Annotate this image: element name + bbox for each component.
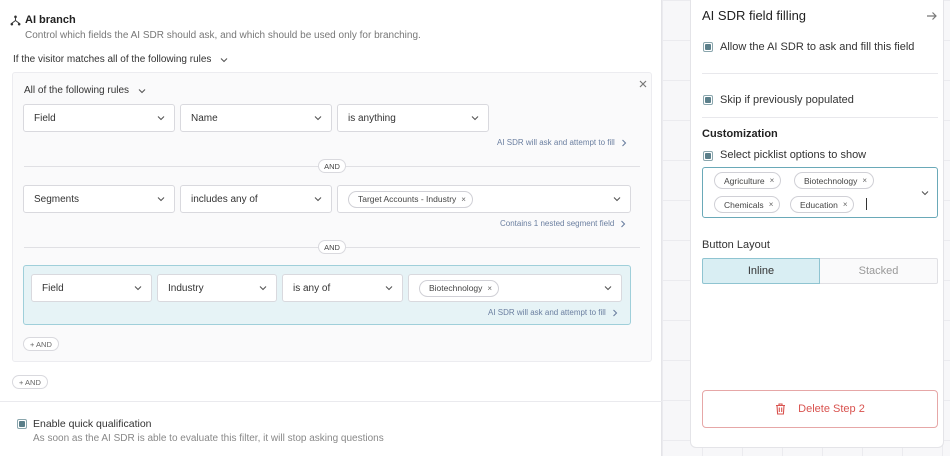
chevron-down-icon bbox=[471, 116, 479, 121]
segment-chip: Target Accounts - Industry × bbox=[348, 190, 473, 208]
rule-2-type-value: Segments bbox=[34, 193, 80, 205]
rule-1-field-value: Name bbox=[191, 112, 218, 124]
rule-2-type-select[interactable]: Segments bbox=[23, 185, 175, 213]
chevron-down-icon bbox=[138, 88, 146, 93]
chevron-right-icon bbox=[621, 139, 627, 146]
and-separator: AND bbox=[318, 240, 346, 254]
group-mode-label: All of the following rules bbox=[24, 85, 130, 96]
rule-3-hint-link[interactable]: AI SDR will ask and attempt to fill bbox=[488, 308, 618, 317]
value-chip: Biotechnology × bbox=[419, 279, 500, 297]
chevron-down-icon bbox=[221, 57, 228, 62]
picklist-chip-label: Education bbox=[800, 199, 838, 210]
trash-icon bbox=[776, 403, 786, 415]
rule-3-value-select[interactable]: Biotechnology × bbox=[408, 274, 622, 302]
allow-fill-label: Allow the AI SDR to ask and fill this fi… bbox=[720, 41, 915, 53]
rule-3-operator-select[interactable]: is any of bbox=[282, 274, 403, 302]
remove-chip-icon[interactable]: × bbox=[769, 200, 774, 209]
rule-3-type-select[interactable]: Field bbox=[31, 274, 152, 302]
remove-chip-icon[interactable]: × bbox=[487, 284, 492, 293]
chevron-down-icon bbox=[314, 116, 322, 121]
picklist-chip-label: Agriculture bbox=[724, 175, 765, 186]
delete-step-button[interactable]: Delete Step 2 bbox=[702, 390, 938, 428]
branch-subtitle: Control which fields the AI SDR should a… bbox=[25, 30, 421, 41]
chevron-down-icon bbox=[604, 286, 612, 291]
button-layout-heading: Button Layout bbox=[702, 239, 770, 251]
remove-chip-icon[interactable]: × bbox=[770, 176, 775, 185]
panel-divider bbox=[702, 117, 938, 118]
segment-chip-label: Target Accounts - Industry bbox=[358, 194, 457, 204]
rule-2-value-select[interactable]: Target Accounts - Industry × bbox=[337, 185, 631, 213]
field-filling-panel bbox=[690, 0, 944, 448]
rule-2-hint-text: Contains 1 nested segment field bbox=[500, 219, 615, 228]
value-chip-label: Biotechnology bbox=[429, 283, 483, 293]
panel-title: AI SDR field filling bbox=[702, 8, 807, 23]
remove-chip-icon[interactable]: × bbox=[461, 195, 466, 204]
skip-populated-checkbox[interactable] bbox=[703, 95, 713, 105]
allow-fill-checkbox[interactable] bbox=[703, 42, 713, 52]
add-and-group-button[interactable]: + AND bbox=[12, 375, 48, 389]
match-mode-dropdown[interactable]: If the visitor matches all of the follow… bbox=[13, 54, 229, 65]
arrow-right-icon[interactable] bbox=[926, 10, 938, 22]
section-divider bbox=[0, 401, 662, 402]
quick-qualification-label: Enable quick qualification bbox=[33, 418, 152, 430]
rule-1-hint-link[interactable]: AI SDR will ask and attempt to fill bbox=[497, 138, 627, 147]
rule-1-operator-value: is anything bbox=[348, 112, 396, 124]
rule-2-operator-value: includes any of bbox=[191, 193, 258, 205]
picklist-chip: Chemicals × bbox=[714, 196, 781, 213]
chevron-down-icon bbox=[259, 286, 267, 291]
close-icon[interactable] bbox=[637, 78, 649, 90]
match-mode-label: If the visitor matches all of the follow… bbox=[13, 54, 212, 65]
chevron-down-icon bbox=[134, 286, 142, 291]
picklist-chip: Biotechnology × bbox=[794, 172, 875, 189]
chevron-down-icon bbox=[314, 197, 322, 202]
picklist-chip: Education × bbox=[790, 196, 855, 213]
rule-2-operator-select[interactable]: includes any of bbox=[180, 185, 332, 213]
rule-1-field-select[interactable]: Name bbox=[180, 104, 332, 132]
remove-chip-icon[interactable]: × bbox=[862, 176, 867, 185]
quick-qualification-checkbox[interactable] bbox=[17, 419, 27, 429]
add-and-rule-button[interactable]: + AND bbox=[23, 337, 59, 351]
quick-qualification-description: As soon as the AI SDR is able to evaluat… bbox=[33, 433, 384, 444]
rule-3-operator-value: is any of bbox=[293, 282, 331, 294]
picklist-options-checkbox[interactable] bbox=[703, 151, 713, 161]
chevron-down-icon[interactable] bbox=[920, 188, 930, 198]
customization-heading: Customization bbox=[702, 128, 778, 140]
rule-2-hint-link[interactable]: Contains 1 nested segment field bbox=[500, 219, 626, 228]
skip-populated-label: Skip if previously populated bbox=[720, 94, 854, 106]
and-separator: AND bbox=[318, 159, 346, 173]
rule-1-hint-text: AI SDR will ask and attempt to fill bbox=[497, 138, 615, 147]
chevron-down-icon bbox=[385, 286, 393, 291]
chevron-down-icon bbox=[157, 197, 165, 202]
rule-3-hint-text: AI SDR will ask and attempt to fill bbox=[488, 308, 606, 317]
delete-step-label: Delete Step 2 bbox=[798, 403, 865, 415]
picklist-chip-label: Biotechnology bbox=[804, 175, 858, 186]
rule-3-field-value: Industry bbox=[168, 282, 204, 294]
remove-chip-icon[interactable]: × bbox=[843, 200, 848, 209]
layout-inline-option[interactable]: Inline bbox=[702, 258, 820, 284]
picklist-chip: Agriculture × bbox=[714, 172, 782, 189]
group-mode-dropdown[interactable]: All of the following rules bbox=[24, 85, 147, 96]
branch-icon bbox=[10, 15, 21, 26]
chevron-right-icon bbox=[612, 309, 618, 316]
rule-3-field-select[interactable]: Industry bbox=[157, 274, 277, 302]
rule-1-operator-select[interactable]: is anything bbox=[337, 104, 489, 132]
branch-title: AI branch bbox=[25, 14, 76, 26]
rule-1-type-select[interactable]: Field bbox=[23, 104, 175, 132]
text-cursor bbox=[866, 198, 867, 210]
chevron-right-icon bbox=[621, 220, 626, 227]
picklist-options-label: Select picklist options to show bbox=[720, 149, 867, 161]
chevron-down-icon bbox=[613, 197, 621, 202]
rule-1-type-value: Field bbox=[34, 112, 56, 124]
rule-3-type-value: Field bbox=[42, 282, 64, 294]
panel-divider bbox=[702, 73, 938, 74]
layout-stacked-option[interactable]: Stacked bbox=[820, 258, 938, 284]
picklist-chip-label: Chemicals bbox=[724, 199, 764, 210]
chevron-down-icon bbox=[157, 116, 165, 121]
